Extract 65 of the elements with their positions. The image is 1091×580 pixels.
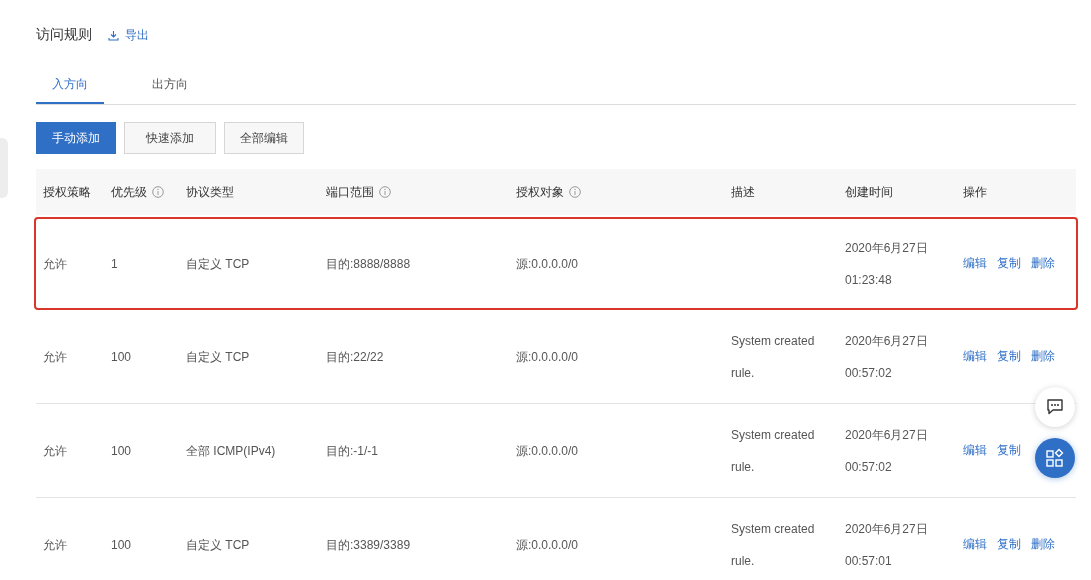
table-cell: 目的:3389/3389	[326, 537, 411, 552]
column-header: 授权对象	[516, 183, 564, 201]
column-header: 操作	[963, 183, 987, 201]
apps-button[interactable]	[1035, 438, 1075, 478]
time-text: 00:57:02	[845, 364, 893, 382]
info-icon	[379, 186, 391, 198]
table-cell: 源:0.0.0.0/0	[516, 256, 579, 271]
column-header: 端口范围	[326, 183, 374, 201]
action-link[interactable]: 删除	[1031, 348, 1055, 365]
action-button[interactable]: 快速添加	[124, 122, 216, 154]
column-header: 协议类型	[186, 183, 234, 201]
table-cell: 源:0.0.0.0/0	[516, 537, 579, 552]
date-text: 2020年6月27日	[845, 239, 929, 257]
info-icon	[569, 186, 581, 198]
table-cell: 允许	[43, 537, 67, 552]
action-link[interactable]: 复制	[997, 536, 1021, 553]
table-cell-text: System created rule.	[731, 332, 816, 382]
column-header: 优先级	[111, 183, 147, 201]
table-cell: 1	[111, 256, 118, 271]
action-link[interactable]: 删除	[1031, 536, 1055, 553]
table-cell: 全部 ICMP(IPv4)	[186, 443, 276, 458]
column-header: 创建时间	[845, 183, 893, 201]
table-cell: 允许	[43, 349, 67, 364]
table-cell: 100	[111, 349, 132, 364]
table-cell-text: System created rule.	[731, 426, 816, 476]
action-link[interactable]: 编辑	[963, 536, 987, 553]
table-cell: 目的:8888/8888	[326, 256, 411, 271]
section-title: 访问规则	[36, 26, 92, 44]
action-button[interactable]: 全部编辑	[224, 122, 304, 154]
action-link[interactable]: 删除	[1031, 255, 1055, 272]
date-text: 2020年6月27日	[845, 426, 929, 444]
table-cell: 自定义 TCP	[186, 349, 250, 364]
column-header: 授权策略	[43, 183, 91, 201]
action-link[interactable]: 编辑	[963, 255, 987, 272]
time-text: 01:23:48	[845, 271, 893, 289]
table-cell: 100	[111, 443, 132, 458]
table-cell: 目的:-1/-1	[326, 443, 378, 458]
table-cell-text: System created rule.	[731, 520, 816, 570]
action-link[interactable]: 复制	[997, 348, 1021, 365]
download-icon	[108, 29, 119, 41]
date-text: 2020年6月27日	[845, 520, 929, 538]
table-cell: 100	[111, 537, 132, 552]
info-icon	[152, 186, 164, 198]
table-cell: 目的:22/22	[326, 349, 384, 364]
time-text: 00:57:02	[845, 458, 893, 476]
column-header: 描述	[731, 183, 755, 201]
table-cell: 源:0.0.0.0/0	[516, 349, 579, 364]
table-cell: 自定义 TCP	[186, 256, 250, 271]
table-cell: 允许	[43, 443, 67, 458]
chat-button[interactable]	[1035, 387, 1075, 427]
table-cell: 自定义 TCP	[186, 537, 250, 552]
action-link[interactable]: 编辑	[963, 348, 987, 365]
apps-icon	[1045, 448, 1065, 468]
export-link[interactable]: 导出	[108, 26, 149, 44]
action-link[interactable]: 复制	[997, 442, 1021, 459]
action-link[interactable]: 复制	[997, 255, 1021, 272]
add-button[interactable]: 手动添加	[36, 122, 116, 154]
table-cell: 允许	[43, 256, 67, 271]
date-text: 2020年6月27日	[845, 332, 929, 350]
action-link[interactable]: 编辑	[963, 442, 987, 459]
time-text: 00:57:01	[845, 552, 893, 570]
chat-icon	[1046, 398, 1064, 416]
tab[interactable]: 出方向	[136, 66, 204, 104]
tab[interactable]: 入方向	[36, 66, 104, 104]
table-cell: 源:0.0.0.0/0	[516, 443, 579, 458]
